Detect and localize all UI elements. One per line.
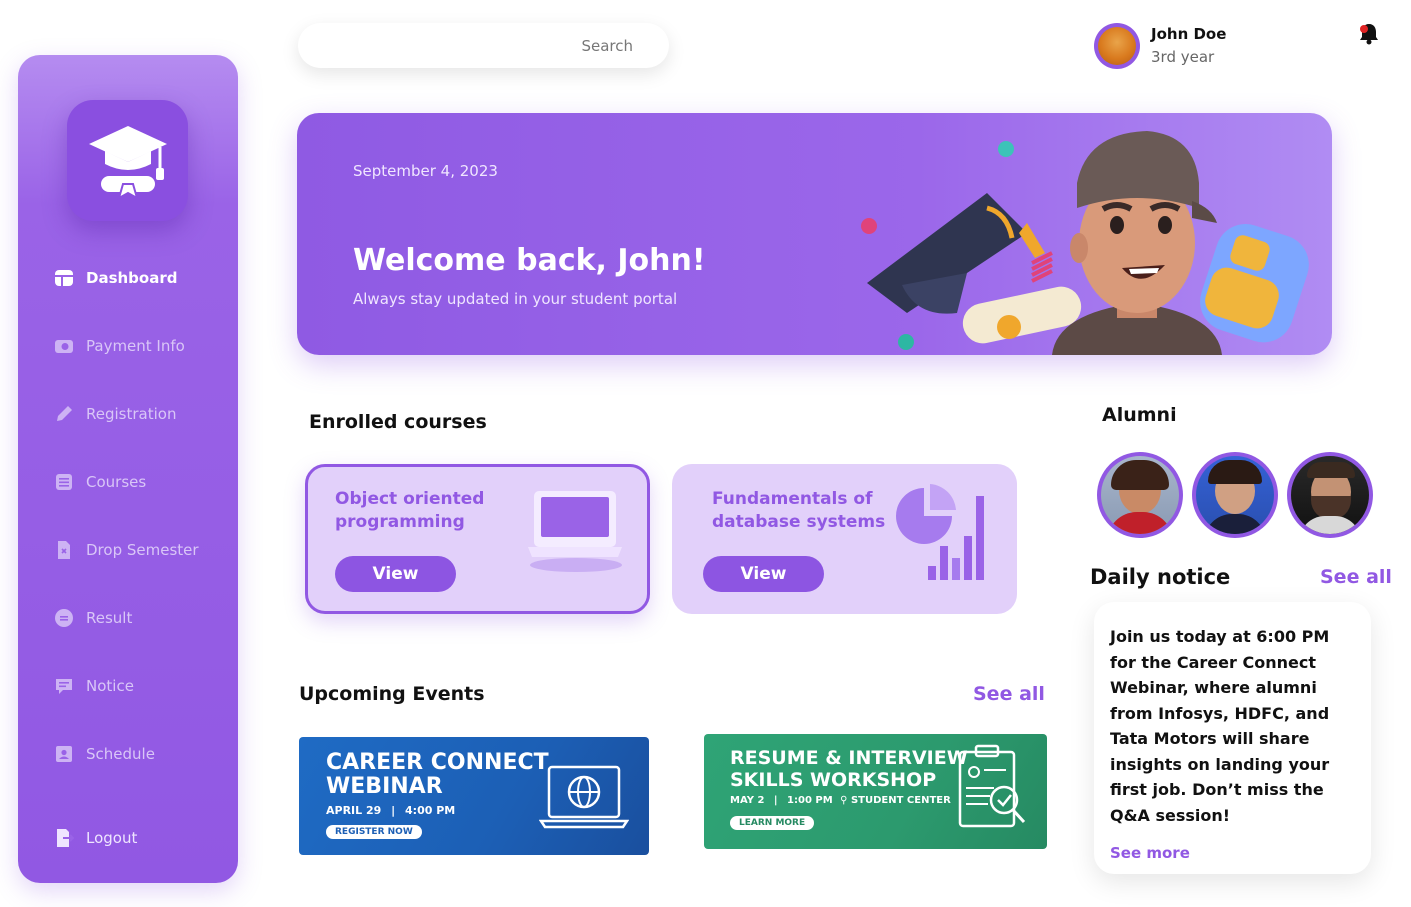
sidebar-item-label: Registration	[86, 405, 177, 423]
sidebar-item-schedule[interactable]: Schedule	[54, 740, 234, 768]
database-chart-icon	[896, 484, 984, 580]
sidebar-item-drop-semester[interactable]: Drop Semester	[54, 536, 234, 564]
sidebar-item-label: Drop Semester	[86, 541, 199, 559]
alumni-avatar[interactable]	[1192, 452, 1278, 538]
event-separator: |	[773, 795, 778, 806]
upcoming-events-heading: Upcoming Events	[299, 683, 485, 705]
schedule-icon	[54, 744, 74, 764]
avatar-image	[1098, 27, 1136, 65]
alumni-avatar[interactable]	[1287, 452, 1373, 538]
sidebar: Dashboard Payment Info Registration Cour…	[18, 55, 238, 883]
banner-date: September 4, 2023	[353, 162, 498, 180]
sidebar-item-label: Result	[86, 609, 133, 627]
learn-more-button[interactable]: LEARN MORE	[730, 816, 815, 830]
sidebar-item-registration[interactable]: Registration	[54, 400, 234, 428]
course-title: Fundamentals of database systems	[712, 489, 886, 532]
sidebar-item-dashboard[interactable]: Dashboard	[54, 264, 234, 292]
payment-icon	[54, 336, 74, 356]
sidebar-item-courses[interactable]: Courses	[54, 468, 234, 496]
sidebar-item-result[interactable]: Result	[54, 604, 234, 632]
event-card-resume-workshop[interactable]: RESUME & INTERVIEW SKILLS WORKSHOP MAY 2…	[704, 734, 1047, 849]
user-name: John Doe	[1151, 25, 1227, 43]
notice-text: Join us today at 6:00 PM for the Career …	[1110, 627, 1330, 825]
result-icon	[54, 608, 74, 628]
sidebar-item-logout[interactable]: Logout	[54, 824, 234, 852]
register-now-button[interactable]: REGISTER NOW	[326, 825, 422, 839]
user-year: 3rd year	[1151, 48, 1215, 66]
notice-card: Join us today at 6:00 PM for the Career …	[1094, 602, 1371, 874]
backpack-illustration	[1200, 223, 1309, 343]
banner-subtitle: Always stay updated in your student port…	[353, 290, 678, 308]
sidebar-item-label: Payment Info	[86, 337, 185, 355]
avatar[interactable]	[1094, 23, 1140, 69]
student-character	[1052, 131, 1222, 355]
event-title-line1: RESUME & INTERVIEW	[730, 747, 968, 769]
enrolled-courses-heading: Enrolled courses	[309, 411, 487, 433]
logout-icon	[54, 828, 74, 848]
event-title-line2: SKILLS WORKSHOP	[730, 769, 937, 791]
events-see-all-link[interactable]: See all	[973, 683, 1045, 705]
student-illustration	[861, 131, 1309, 355]
sidebar-item-label: Notice	[86, 677, 134, 695]
app-logo	[67, 100, 188, 221]
banner-title: Welcome back, John!	[353, 243, 706, 278]
course-card[interactable]: Fundamentals of database systems View	[672, 464, 1017, 614]
location-pin-icon: ⚲	[840, 795, 848, 806]
laptop-icon	[528, 491, 622, 572]
event-title-line1: CAREER CONNECT	[326, 750, 549, 775]
pencil-icon	[54, 404, 74, 424]
event-date: MAY 2	[730, 795, 765, 806]
laptop-globe-icon	[539, 765, 629, 829]
view-course-button[interactable]: View	[335, 556, 456, 592]
event-separator: |	[391, 804, 396, 817]
dashboard-icon	[54, 268, 74, 288]
view-course-button[interactable]: View	[703, 556, 824, 592]
see-more-link[interactable]: See more	[1110, 844, 1190, 862]
event-location: STUDENT CENTER	[850, 795, 951, 806]
alumni-heading: Alumni	[1102, 404, 1177, 426]
courses-icon	[54, 472, 74, 492]
sidebar-item-label: Courses	[86, 473, 147, 491]
sidebar-item-label: Dashboard	[86, 269, 178, 287]
graduation-cap-icon	[88, 125, 167, 200]
welcome-banner: September 4, 2023 Welcome back, John! Al…	[297, 113, 1332, 355]
drop-icon	[54, 540, 74, 560]
notification-bell-icon[interactable]	[1358, 22, 1380, 46]
sidebar-item-label: Schedule	[86, 745, 155, 763]
alumni-avatar[interactable]	[1097, 452, 1183, 538]
logout-label: Logout	[86, 829, 138, 847]
notice-icon	[54, 676, 74, 696]
event-title-line2: WEBINAR	[326, 774, 443, 799]
event-date: APRIL 29	[326, 804, 382, 817]
event-time: 4:00 PM	[405, 804, 456, 817]
search-input[interactable]	[298, 23, 669, 68]
notice-see-all-link[interactable]: See all	[1320, 566, 1392, 588]
sidebar-item-payment-info[interactable]: Payment Info	[54, 332, 234, 360]
daily-notice-heading: Daily notice	[1090, 565, 1231, 589]
course-card[interactable]: Object oriented programming View	[305, 464, 650, 614]
event-card-career-connect[interactable]: CAREER CONNECT WEBINAR APRIL 29 | 4:00 P…	[299, 737, 649, 855]
course-title: Object oriented programming	[335, 489, 485, 532]
clipboard-check-icon	[958, 744, 1026, 828]
event-time: 1:00 PM	[787, 795, 833, 806]
sidebar-item-notice[interactable]: Notice	[54, 672, 234, 700]
